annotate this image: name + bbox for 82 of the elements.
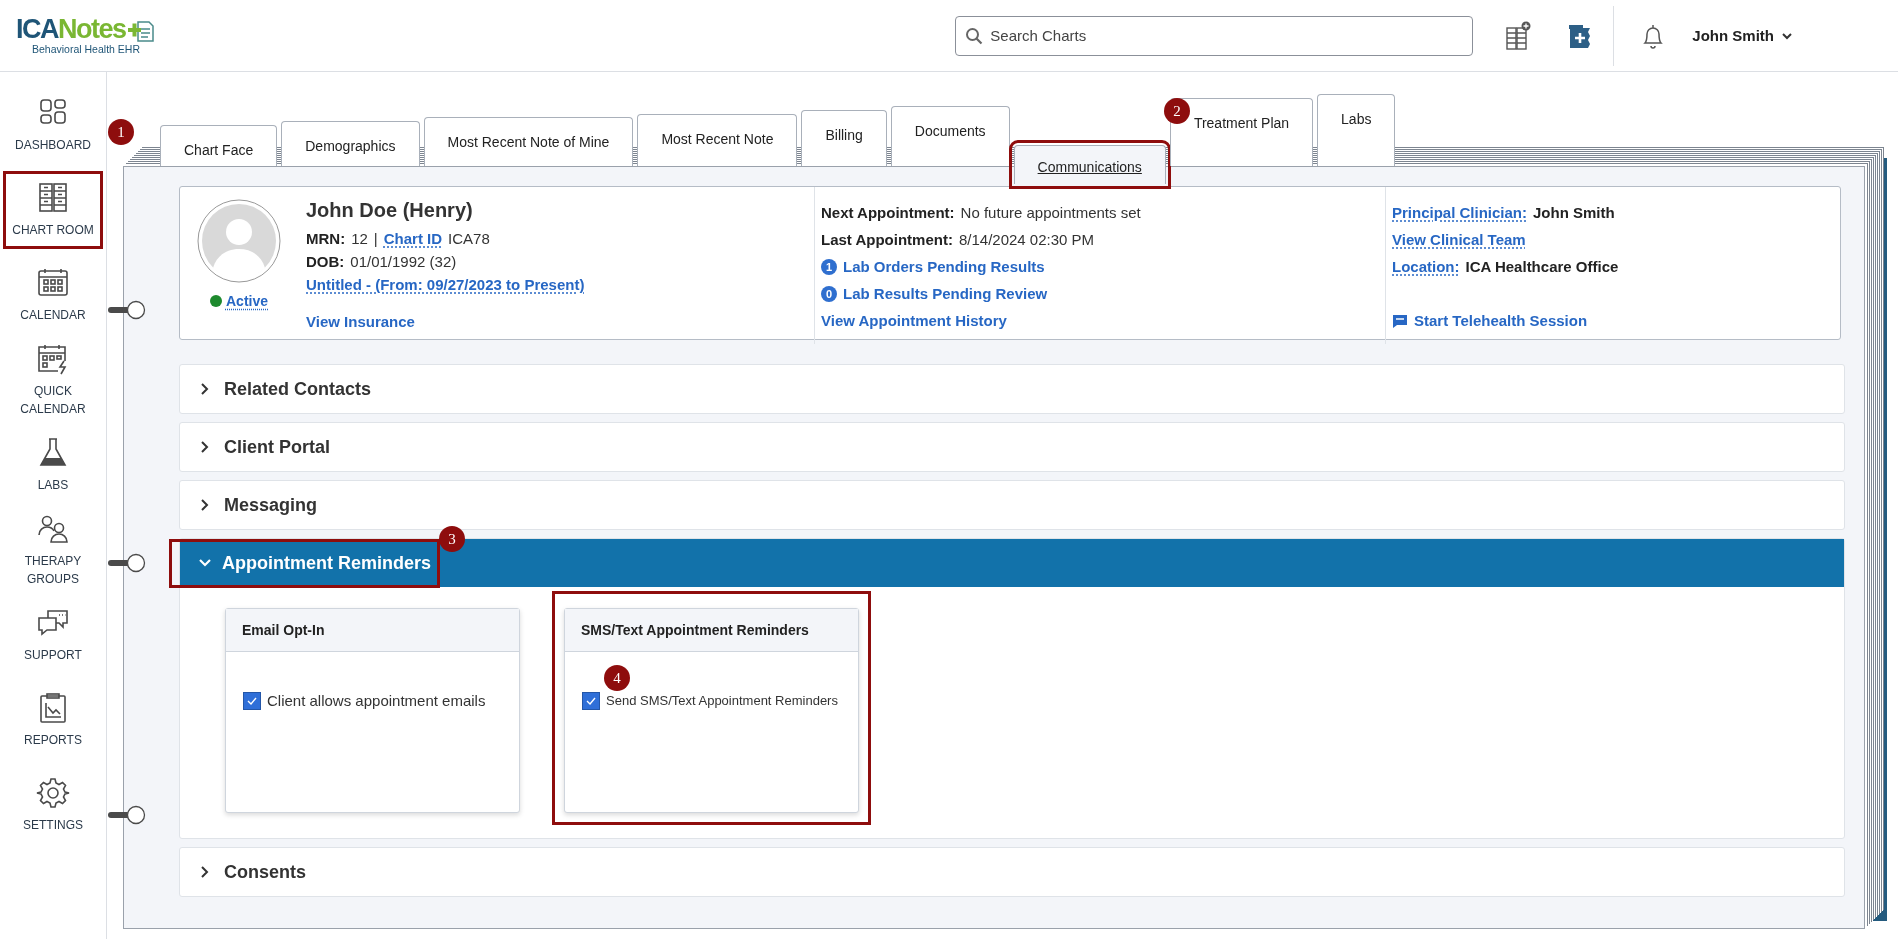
chart-id-link[interactable]: Chart ID [383, 230, 443, 247]
field-value: 8/14/2024 02:30 PM [958, 231, 1095, 248]
telehealth-link[interactable]: Start Telehealth Session [1414, 312, 1588, 329]
chart-tab[interactable]: Most Recent Note [637, 114, 798, 166]
chat-icon [1392, 312, 1408, 329]
lab-link[interactable]: Lab Orders Pending Results [843, 258, 1045, 275]
callout-number: 1 [108, 119, 134, 145]
sidebar-item[interactable]: CALENDAR [3, 256, 103, 334]
clinician-link[interactable]: Principal Clinician: [1392, 204, 1528, 221]
search-field[interactable]: Search Charts [955, 15, 1474, 56]
checkbox-label: Client allows appointment emails [267, 691, 486, 711]
separator: | [373, 230, 378, 247]
callout-number: 4 [604, 665, 630, 691]
sidebar-label: CALENDAR [20, 307, 86, 324]
sidebar-label: QUICK CALENDAR [19, 383, 87, 418]
sidebar-label: DASHBOARD [15, 137, 91, 154]
sidebar-item[interactable]: CHART ROOM [3, 171, 103, 249]
file-cabinet-icon[interactable] [1505, 20, 1532, 51]
field-value: ICA78 [448, 230, 490, 247]
checkbox-label: Send SMS/Text Appointment Reminders [606, 692, 838, 710]
chart-tab[interactable]: Most Recent Note of Mine [423, 117, 634, 166]
appointment-history-link[interactable]: View Appointment History [821, 312, 1007, 329]
chart-tab[interactable]: Labs [1317, 94, 1396, 166]
status-link[interactable]: Active [226, 293, 268, 309]
section-header[interactable]: Consents [180, 848, 1844, 896]
sidebar-label: SUPPORT [24, 647, 82, 664]
section-title: Messaging [224, 493, 318, 517]
avatar-icon [197, 199, 281, 283]
calendar-icon [36, 266, 70, 299]
sidebar-item[interactable]: THERAPY GROUPS [3, 511, 103, 589]
sidebar-item[interactable]: REPORTS [3, 681, 103, 759]
section-title: Client Portal [224, 435, 330, 459]
field-label: Next Appointment: [821, 204, 955, 221]
card-title: Email Opt-In [226, 609, 519, 652]
logo-wordmark: ICANotes [16, 16, 154, 43]
callout-number: 2 [1163, 98, 1190, 124]
section-header[interactable]: Client Portal [180, 423, 1844, 471]
field-value: ICA Healthcare Office [1465, 258, 1619, 275]
field-value: John Smith [1533, 204, 1615, 221]
location-link[interactable]: Location: [1392, 258, 1460, 275]
user-menu[interactable]: John Smith [1666, 0, 1898, 71]
chart-tab[interactable]: Billing [801, 110, 887, 166]
field-label: DOB: [306, 253, 345, 270]
field-label: Last Appointment: [821, 231, 953, 248]
card-title: SMS/Text Appointment Reminders [565, 609, 858, 652]
check-icon [247, 697, 257, 705]
lab-link[interactable]: Lab Results Pending Review [843, 285, 1048, 302]
section-title: Consents [224, 860, 306, 884]
sidebar-label: REPORTS [24, 732, 82, 749]
section-header[interactable]: Messaging [180, 481, 1844, 529]
sidebar-item[interactable]: QUICK CALENDAR [3, 341, 103, 419]
chart-tab[interactable]: Documents [890, 106, 1010, 166]
section-title: Related Contacts [224, 377, 372, 401]
sidebar-item[interactable]: LABS [3, 426, 103, 504]
field-value: 12 [351, 230, 368, 247]
user-name: John Smith [1692, 27, 1774, 44]
logo-tagline: Behavioral Health EHR [32, 43, 140, 55]
sidebar-label: LABS [37, 477, 69, 494]
sidebar-item[interactable]: SETTINGS [3, 766, 103, 844]
sidebar-label: CHART ROOM [12, 222, 94, 239]
sidebar-item[interactable]: SUPPORT [3, 596, 103, 674]
count-badge: 1 [821, 258, 837, 275]
checkbox[interactable] [243, 692, 261, 710]
sidebar-label: THERAPY GROUPS [23, 553, 83, 588]
count-badge: 0 [821, 285, 837, 302]
checkbox[interactable] [582, 692, 600, 710]
sidebar-label: SETTINGS [23, 817, 83, 834]
chart-tab[interactable]: Demographics [281, 121, 420, 166]
check-icon [586, 697, 596, 705]
patient-name: John Doe (Henry) [306, 199, 474, 223]
insurance-link[interactable]: View Insurance [306, 313, 415, 330]
settings-icon [36, 776, 70, 809]
field-value: 01/01/1992 (32) [350, 253, 457, 270]
search-icon [965, 26, 984, 45]
episode-link[interactable]: Untitled - (From: 09/27/2023 to Present) [306, 276, 585, 293]
field-value: No future appointments set [960, 204, 1141, 221]
sidebar-item[interactable]: DASHBOARD [3, 86, 103, 164]
file-cabinet-icon [36, 181, 70, 214]
caret-icon [1782, 31, 1792, 40]
field-label: MRN: [306, 230, 346, 247]
clinical-team-link[interactable]: View Clinical Team [1392, 231, 1526, 248]
section-header[interactable]: Related Contacts [180, 365, 1844, 413]
